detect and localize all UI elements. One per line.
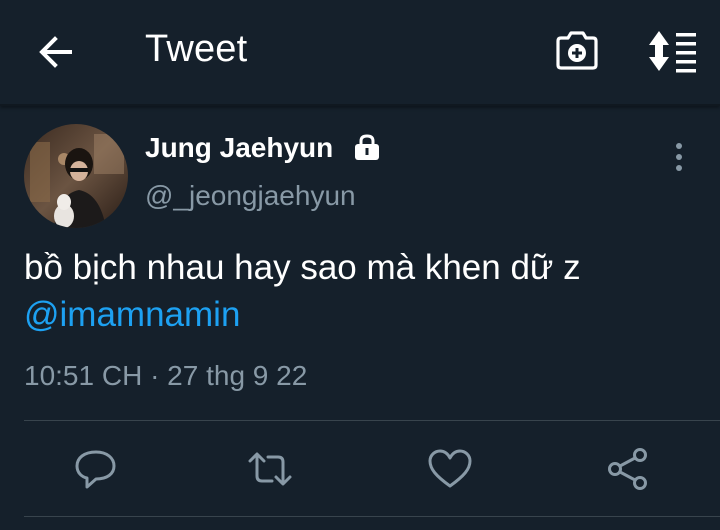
heart-icon	[428, 449, 472, 488]
tweet-body: bồ bịch nhau hay sao mà khen dữ z	[24, 248, 581, 287]
avatar[interactable]	[24, 124, 128, 228]
tweet-text: bồ bịch nhau hay sao mà khen dữ z @imamn…	[24, 244, 704, 338]
mention-link[interactable]: @imamnamin	[24, 291, 704, 338]
retweet-button[interactable]	[246, 446, 294, 492]
tweet-timestamp: 10:51 CH · 27 thg 9 22	[24, 360, 308, 391]
sort-button[interactable]	[646, 28, 698, 74]
share-button[interactable]	[604, 446, 652, 492]
camera-plus-icon	[556, 31, 598, 70]
app-header: Tweet	[0, 0, 720, 106]
author-name[interactable]: Jung Jaehyun	[145, 132, 333, 164]
reply-button[interactable]	[72, 446, 120, 492]
more-vertical-icon	[676, 143, 682, 171]
divider	[24, 516, 720, 517]
lock-icon	[352, 132, 382, 162]
author-handle[interactable]: @_jeongjaehyun	[145, 180, 356, 212]
arrow-left-icon	[39, 36, 72, 68]
camera-button[interactable]	[554, 28, 600, 74]
page-title: Tweet	[145, 28, 248, 70]
divider	[24, 420, 720, 421]
reply-icon	[75, 450, 116, 489]
sort-list-icon	[649, 31, 696, 73]
avatar-photo	[24, 124, 128, 228]
more-options-button[interactable]	[664, 140, 694, 174]
like-button[interactable]	[426, 446, 474, 492]
share-icon	[608, 448, 647, 490]
back-button[interactable]	[36, 32, 76, 72]
tweet-detail-screen: Tweet Jung Jaehyun @_jeongjaehyun bồ bịc…	[0, 0, 720, 530]
retweet-icon	[248, 452, 292, 486]
